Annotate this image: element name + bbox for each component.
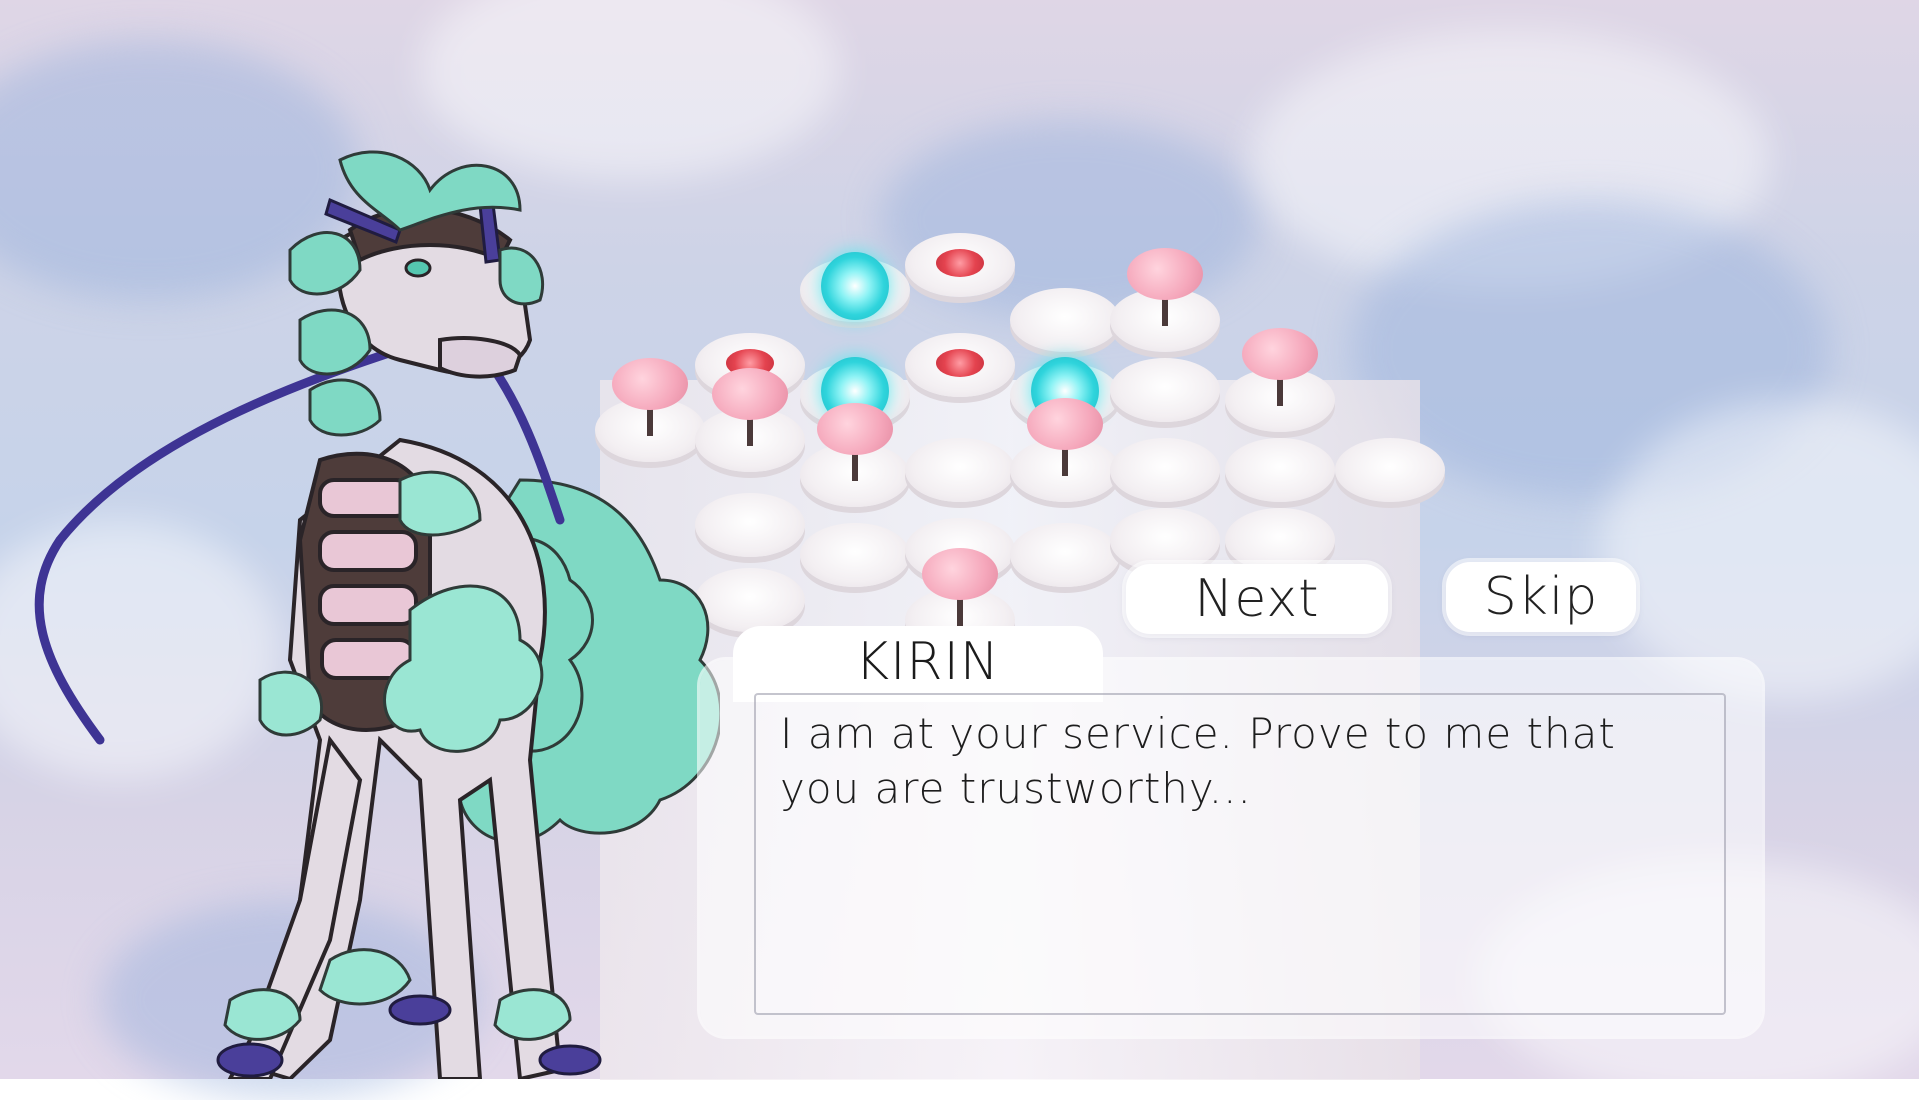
cyan-orb[interactable] bbox=[821, 252, 889, 320]
game-scene: Next Skip KIRIN I am at your service. Pr… bbox=[0, 0, 1919, 1100]
board-pillar[interactable] bbox=[1225, 508, 1335, 572]
dialog-text: I am at your service. Prove to me that y… bbox=[780, 709, 1616, 813]
skip-button[interactable]: Skip bbox=[1446, 562, 1636, 632]
red-marker bbox=[936, 349, 984, 377]
board-pillar[interactable] bbox=[905, 438, 1015, 502]
blossom-tree-icon bbox=[712, 368, 788, 420]
board-pillar[interactable] bbox=[800, 523, 910, 587]
speaker-name: KIRIN bbox=[855, 632, 1000, 692]
board-pillar[interactable] bbox=[1010, 523, 1120, 587]
board-pillar[interactable] bbox=[1110, 508, 1220, 572]
board-pillar[interactable] bbox=[1010, 288, 1120, 352]
next-button[interactable]: Next bbox=[1126, 564, 1388, 634]
blossom-tree-icon bbox=[1127, 248, 1203, 300]
blossom-tree-icon bbox=[817, 403, 893, 455]
board-pillar[interactable] bbox=[1110, 438, 1220, 502]
blossom-tree-icon bbox=[1027, 398, 1103, 450]
board-pillar[interactable] bbox=[1225, 438, 1335, 502]
blossom-tree-icon bbox=[922, 548, 998, 600]
blossom-tree-icon bbox=[1242, 328, 1318, 380]
board-pillar[interactable] bbox=[1110, 358, 1220, 422]
kirin-character-portrait bbox=[34, 150, 720, 1079]
next-button-label: Next bbox=[1194, 569, 1320, 629]
skip-button-label: Skip bbox=[1483, 567, 1599, 627]
board-pillar[interactable] bbox=[1335, 438, 1445, 502]
red-marker bbox=[936, 249, 984, 277]
